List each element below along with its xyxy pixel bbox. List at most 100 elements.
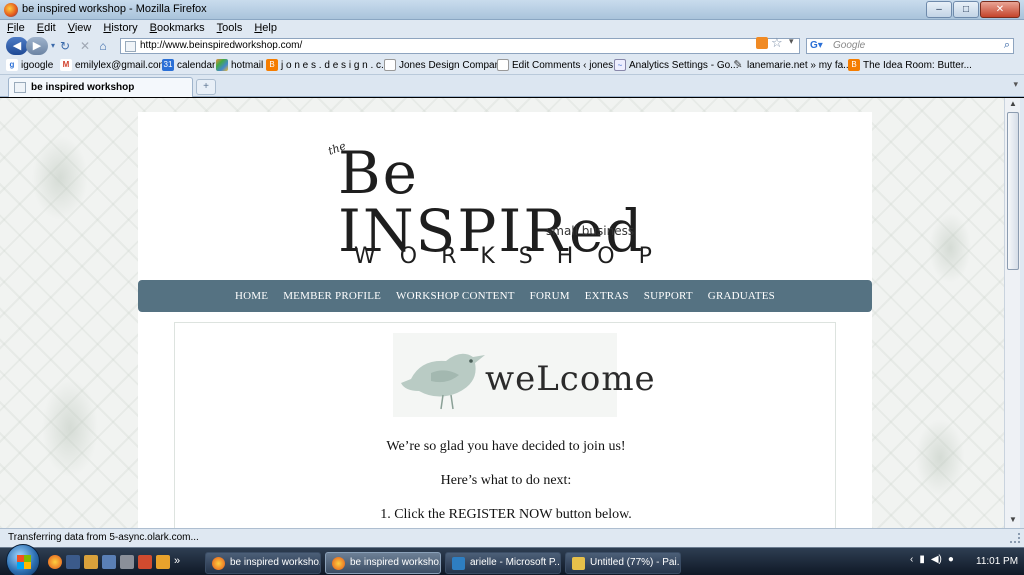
- tray-network-icon[interactable]: ▮: [919, 554, 925, 565]
- paint-icon: [572, 557, 585, 570]
- quicklaunch-folder-icon[interactable]: [84, 555, 98, 569]
- bookmark-edit-comments[interactable]: Edit Comments ‹ jones...: [497, 59, 621, 71]
- scroll-down-icon[interactable]: ▼: [1007, 515, 1019, 527]
- tray-app-icon[interactable]: ●: [948, 554, 954, 565]
- home-icon[interactable]: ⌂: [96, 39, 110, 53]
- taskbar-publisher[interactable]: arielle - Microsoft P...: [445, 552, 561, 574]
- publisher-icon: [452, 557, 465, 570]
- bookmark-jones-design-company[interactable]: Jones Design Company: [384, 59, 505, 71]
- url-dropdown-icon[interactable]: ▾: [789, 36, 794, 47]
- menu-edit[interactable]: Edit: [30, 20, 61, 34]
- stop-icon[interactable]: ✕: [78, 39, 92, 53]
- nav-member-profile[interactable]: MEMBER PROFILE: [283, 290, 381, 302]
- firefox-icon: [4, 3, 18, 17]
- lane-icon: ✎: [733, 59, 743, 71]
- bookmarks-toolbar: g igoogle Memilylex@gmail.com 31 calendar …: [0, 56, 1024, 75]
- bookmark-calendar[interactable]: 31 calendar: [162, 59, 215, 71]
- menu-history[interactable]: History: [96, 20, 142, 34]
- quicklaunch-app2-icon[interactable]: [156, 555, 170, 569]
- site-nav: HOME MEMBER PROFILE WORKSHOP CONTENT FOR…: [138, 280, 872, 312]
- calendar-icon: 31: [162, 59, 174, 71]
- bookmark-hotmail[interactable]: hotmail: [216, 59, 263, 71]
- site-favicon-icon: [125, 41, 136, 52]
- welcome-line-3: 1. Click the REGISTER NOW button below.: [380, 507, 632, 522]
- bookmark-lanemarie[interactable]: ✎ lanemarie.net » my fa...: [732, 59, 851, 71]
- url-text: http://www.beinspiredworkshop.com/: [140, 40, 303, 51]
- bookmark-idea-room[interactable]: B The Idea Room: Butter...: [848, 59, 972, 71]
- taskbar-firefox-1[interactable]: be inspired worksho...: [205, 552, 321, 574]
- window-border: [1020, 98, 1024, 528]
- quicklaunch-media-icon[interactable]: [102, 555, 116, 569]
- bookmark-igoogle[interactable]: g igoogle: [6, 59, 53, 71]
- nav-support[interactable]: SUPPORT: [644, 290, 693, 302]
- firefox-icon: [212, 557, 225, 570]
- logo-tagline: small business: [546, 224, 635, 238]
- nav-home[interactable]: HOME: [235, 290, 268, 302]
- msn-icon: [216, 59, 228, 71]
- search-placeholder: Google: [833, 40, 866, 51]
- reload-icon[interactable]: ↻: [58, 39, 72, 53]
- logo-workshop: WORKSHOP: [354, 244, 676, 269]
- window-title: be inspired workshop - Mozilla Firefox: [22, 3, 207, 15]
- windows-logo-icon: [17, 555, 31, 569]
- vertical-scrollbar[interactable]: ▲ ▼: [1004, 98, 1020, 528]
- firefox-icon: [332, 557, 345, 570]
- search-icon[interactable]: ⌕: [1004, 39, 1010, 52]
- quicklaunch-app-icon[interactable]: [138, 555, 152, 569]
- bookmark-star-icon[interactable]: ☆: [771, 35, 783, 51]
- nav-graduates[interactable]: GRADUATES: [708, 290, 775, 302]
- new-tab-button[interactable]: +: [196, 79, 216, 95]
- page-icon: [497, 59, 509, 71]
- quicklaunch-explorer-icon[interactable]: [120, 555, 134, 569]
- tab-list-dropdown-icon[interactable]: ▾: [1013, 79, 1018, 90]
- status-text: Transferring data from 5-async.olark.com…: [8, 532, 199, 543]
- taskbar-firefox-2[interactable]: be inspired worksho...: [325, 552, 441, 574]
- menu-help[interactable]: Help: [247, 20, 282, 34]
- nav-extras[interactable]: EXTRAS: [585, 290, 629, 302]
- search-bar[interactable]: G▾ Google ⌕: [806, 38, 1014, 54]
- quicklaunch-more-icon[interactable]: »: [174, 555, 188, 569]
- forward-button[interactable]: ▶: [26, 37, 48, 55]
- bookmark-jones-design[interactable]: Bj o n e s . d e s i g n . c...: [266, 59, 389, 71]
- blogger-icon: B: [266, 59, 278, 71]
- menu-tools[interactable]: Tools: [210, 20, 248, 34]
- system-tray: ‹ ▮ ◀) ● 11:01 PM: [910, 554, 1018, 567]
- tray-expand-icon[interactable]: ‹: [910, 554, 913, 565]
- back-button[interactable]: ◀: [6, 37, 28, 55]
- menu-bookmarks[interactable]: Bookmarks: [143, 20, 210, 34]
- clock[interactable]: 11:01 PM: [976, 556, 1024, 567]
- scroll-up-icon[interactable]: ▲: [1007, 99, 1019, 111]
- quicklaunch-firefox-icon[interactable]: [48, 555, 62, 569]
- gmail-icon: M: [60, 59, 72, 71]
- bookmark-analytics[interactable]: ~ Analytics Settings - Go...: [614, 59, 739, 71]
- resize-grip-icon[interactable]: [1010, 533, 1020, 543]
- maximize-button[interactable]: □: [953, 1, 979, 18]
- start-button[interactable]: [6, 544, 40, 575]
- welcome-word: weLcome: [485, 359, 656, 399]
- site-logo[interactable]: the Be INSPIRed small business WORKSHOP: [318, 130, 678, 275]
- nav-forum[interactable]: FORUM: [530, 290, 570, 302]
- url-bar[interactable]: http://www.beinspiredworkshop.com/: [120, 38, 800, 54]
- tab-be-inspired-workshop[interactable]: be inspired workshop: [8, 77, 193, 97]
- minimize-button[interactable]: –: [926, 1, 952, 18]
- nav-workshop-content[interactable]: WORKSHOP CONTENT: [396, 290, 515, 302]
- blogger-icon: B: [848, 59, 860, 71]
- google-search-engine-icon[interactable]: G▾: [810, 40, 823, 52]
- google-icon: g: [6, 59, 18, 71]
- taskbar-paint[interactable]: Untitled (77%) - Pai...: [565, 552, 681, 574]
- scroll-thumb[interactable]: [1007, 112, 1019, 270]
- windows-taskbar: » be inspired worksho... be inspired wor…: [0, 544, 1024, 575]
- welcome-line-1: We’re so glad you have decided to join u…: [386, 439, 626, 454]
- window-titlebar: be inspired workshop - Mozilla Firefox –…: [0, 0, 1024, 20]
- close-button[interactable]: ✕: [980, 1, 1020, 18]
- site-page: the Be INSPIRed small business WORKSHOP …: [138, 112, 872, 528]
- bird-icon: [401, 353, 485, 410]
- tray-volume-icon[interactable]: ◀): [931, 554, 942, 565]
- bookmark-gmail[interactable]: Memilylex@gmail.com: [60, 59, 167, 71]
- menu-file[interactable]: File: [0, 20, 30, 34]
- menu-view[interactable]: View: [61, 20, 97, 34]
- analytics-icon: ~: [614, 59, 626, 71]
- quicklaunch-desktop-icon[interactable]: [66, 555, 80, 569]
- rss-feed-icon[interactable]: [756, 37, 768, 49]
- tab-label: be inspired workshop: [31, 82, 135, 93]
